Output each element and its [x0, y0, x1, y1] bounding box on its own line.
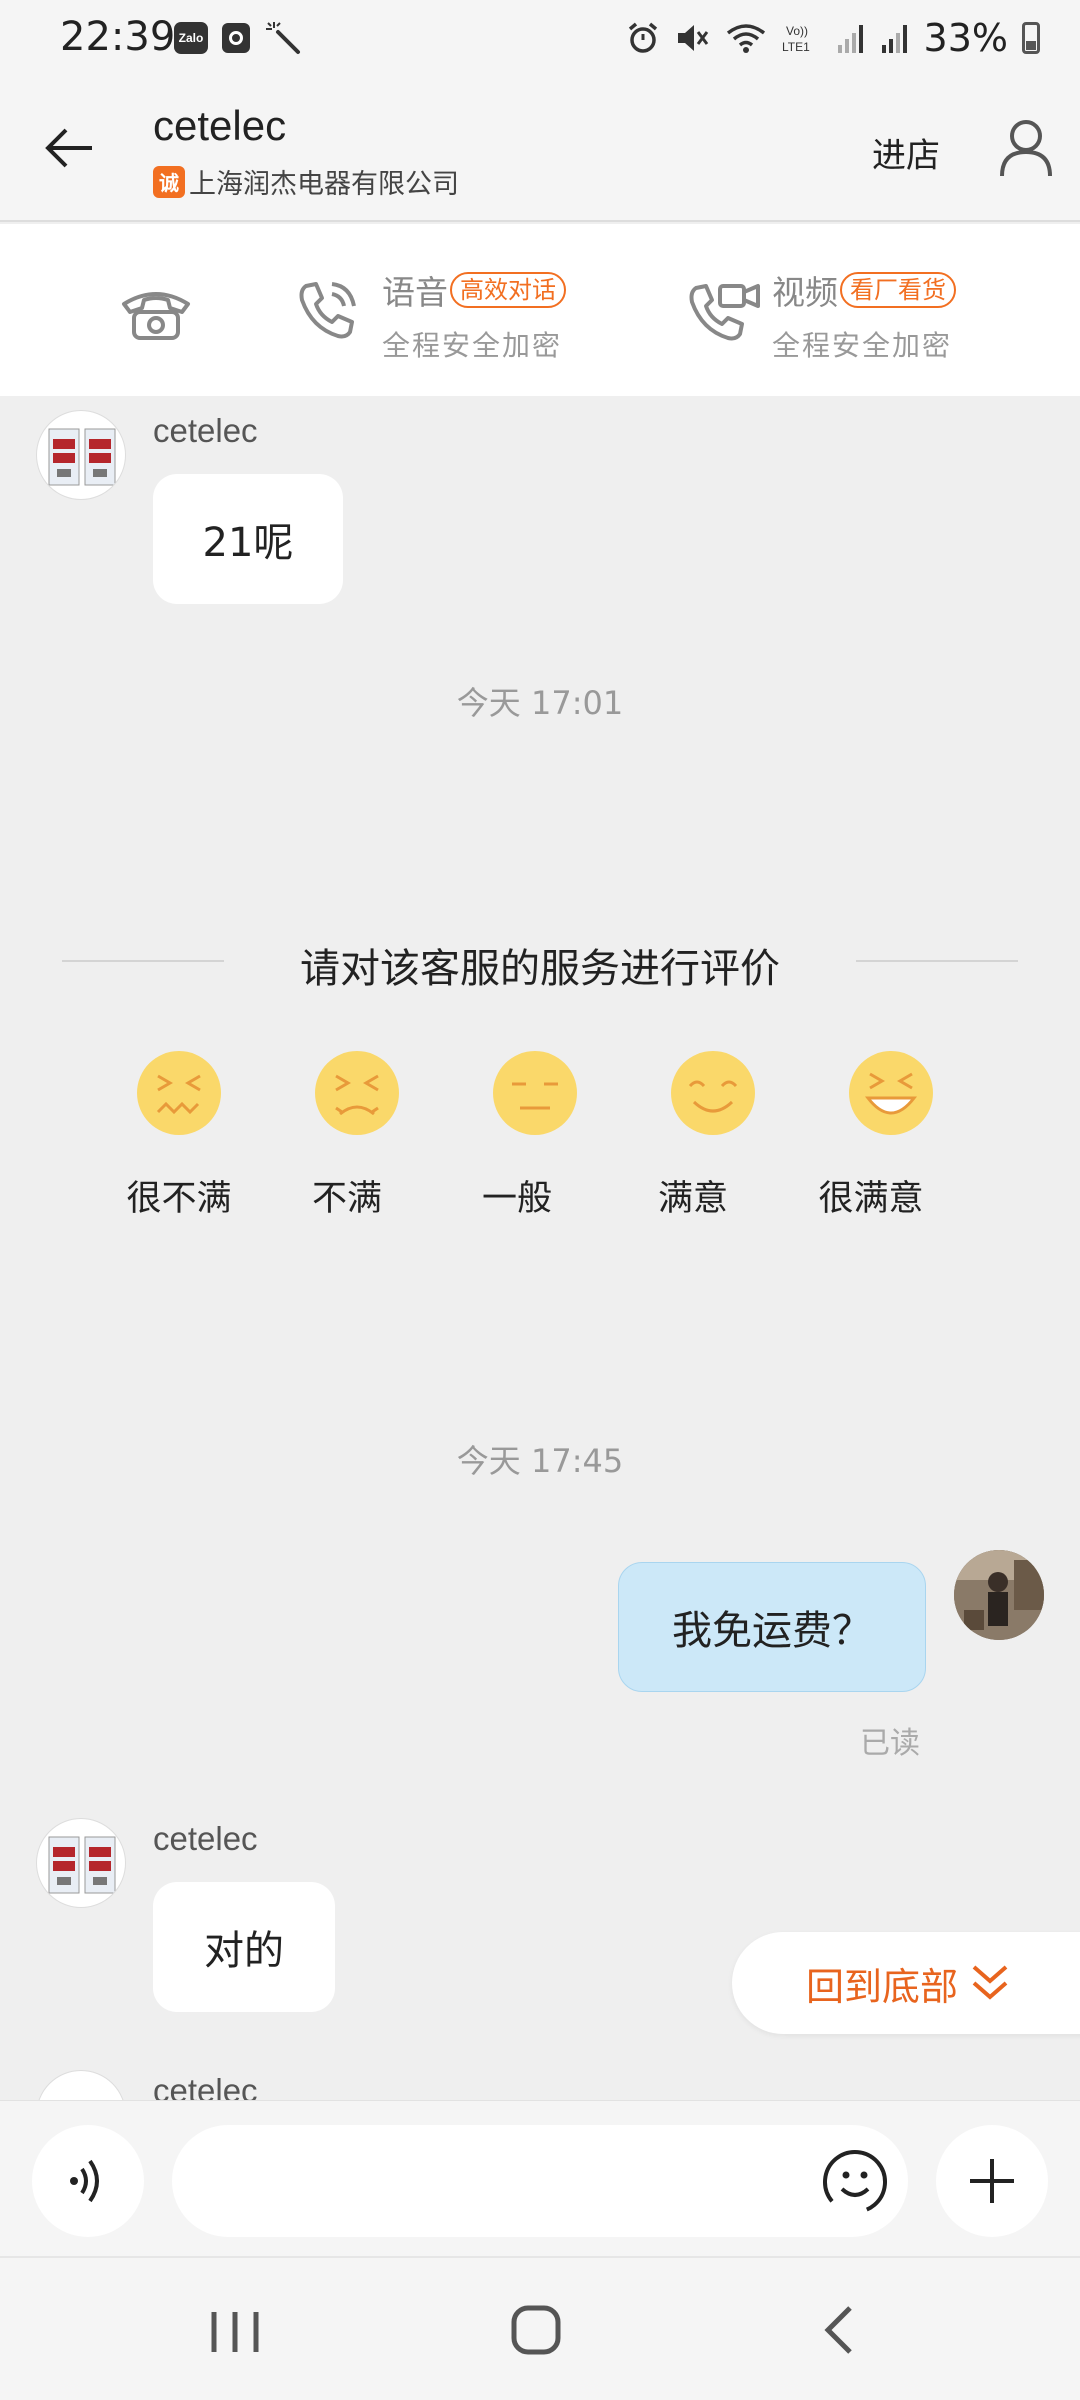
call-panel: 语音 高效对话 全程安全加密 视频 看厂看货 全程安全加密	[0, 224, 1080, 396]
breaker-product-image	[48, 1836, 116, 1894]
voice-input-button[interactable]	[32, 2125, 144, 2237]
status-left-icons: Zalo	[174, 20, 304, 56]
breaker-product-image	[48, 428, 116, 486]
voice-call-sub: 全程安全加密	[382, 329, 563, 362]
voice-call-tag: 高效对话	[450, 272, 566, 308]
video-call-option[interactable]: 视频 看厂看货 全程安全加密	[772, 266, 956, 364]
status-right-icons: Vo)) LTE1 33%	[626, 16, 1040, 60]
neutral-face-icon[interactable]	[492, 1050, 578, 1136]
more-options-button[interactable]	[936, 2125, 1048, 2237]
recent-apps-icon[interactable]	[200, 2302, 270, 2362]
message-sender: cetelec	[153, 2072, 258, 2100]
outgoing-message-bubble[interactable]: 我免运费？	[618, 1562, 926, 1692]
company-name: 上海润杰电器有限公司	[189, 169, 459, 200]
user-profile-icon[interactable]	[998, 118, 1054, 178]
partial-message-clip: cetelec	[0, 2060, 1080, 2100]
rating-option-very-dissatisfied[interactable]: 很不满	[99, 1170, 259, 1221]
shop-avatar[interactable]	[36, 2070, 126, 2100]
voice-call-label: 语音	[382, 273, 448, 312]
incoming-message-bubble[interactable]: 对的	[153, 1882, 335, 2012]
user-avatar[interactable]	[954, 1550, 1044, 1640]
user-photo-image	[954, 1550, 1044, 1640]
voice-call-option[interactable]: 语音 高效对话 全程安全加密	[382, 266, 566, 364]
message-sender: cetelec	[153, 412, 258, 449]
very-dissatisfied-face-icon[interactable]	[136, 1050, 222, 1136]
trust-badge-icon: 诚	[153, 165, 185, 198]
clock-app-icon	[222, 23, 250, 53]
svg-text:LTE1: LTE1	[782, 40, 810, 54]
scroll-to-bottom-label: 回到底部	[806, 1964, 959, 2009]
enter-shop-button[interactable]: 进店	[872, 128, 940, 177]
signal-icon-1	[837, 25, 863, 53]
input-bar	[0, 2100, 1080, 2256]
system-nav-bar	[0, 2256, 1080, 2400]
battery-percent: 33%	[923, 16, 1008, 60]
video-call-tag: 看厂看货	[840, 272, 956, 308]
rating-option-satisfied[interactable]: 满意	[613, 1170, 773, 1221]
volte-icon: Vo)) LTE1	[782, 24, 810, 54]
chat-header: cetelec 诚 上海润杰电器有限公司 进店	[0, 80, 1080, 222]
rating-option-dissatisfied[interactable]: 不满	[267, 1170, 427, 1221]
read-status: 已读	[860, 1726, 920, 1761]
rating-title: 请对该客服的服务进行评价	[300, 946, 780, 992]
message-sender: cetelec	[153, 1820, 258, 1857]
double-chevron-down-icon	[972, 1965, 1008, 2000]
home-icon[interactable]	[506, 2300, 566, 2360]
video-call-icon[interactable]	[684, 276, 764, 346]
status-time: 22:39	[60, 14, 176, 60]
message-timestamp: 今天 17:01	[456, 684, 624, 722]
telephone-icon[interactable]	[118, 282, 194, 342]
voice-call-icon[interactable]	[292, 276, 362, 346]
scroll-to-bottom-button[interactable]: 回到底部	[732, 1932, 1080, 2034]
video-call-sub: 全程安全加密	[772, 329, 953, 362]
rating-option-neutral[interactable]: 一般	[437, 1170, 597, 1221]
company-info[interactable]: 诚 上海润杰电器有限公司	[153, 162, 459, 201]
rating-option-very-satisfied[interactable]: 很满意	[791, 1170, 951, 1221]
shop-title[interactable]: cetelec	[153, 102, 286, 150]
shop-avatar[interactable]	[36, 1818, 126, 1908]
very-satisfied-face-icon[interactable]	[848, 1050, 934, 1136]
mute-icon	[677, 25, 708, 51]
satisfied-face-icon[interactable]	[670, 1050, 756, 1136]
status-bar: 22:39 Zalo Vo)) LTE1 33%	[0, 0, 1080, 80]
alarm-icon	[628, 22, 657, 53]
svg-text:Vo)): Vo))	[786, 24, 808, 38]
shop-avatar[interactable]	[36, 410, 126, 500]
signal-icon-2	[881, 25, 907, 53]
dissatisfied-face-icon[interactable]	[314, 1050, 400, 1136]
magic-wand-icon	[266, 22, 300, 54]
back-arrow-icon[interactable]	[42, 120, 98, 176]
incoming-message-bubble[interactable]: 21呢	[153, 474, 343, 604]
emoji-icon[interactable]	[820, 2147, 890, 2217]
video-call-label: 视频	[772, 273, 838, 312]
plus-icon	[970, 2159, 1014, 2203]
voice-wave-icon	[70, 2159, 99, 2203]
nav-back-icon[interactable]	[810, 2300, 870, 2360]
battery-icon	[1022, 22, 1040, 54]
message-input[interactable]	[172, 2125, 908, 2237]
message-timestamp: 今天 17:45	[456, 1442, 624, 1480]
zalo-icon: Zalo	[174, 22, 208, 54]
wifi-icon	[726, 24, 765, 53]
